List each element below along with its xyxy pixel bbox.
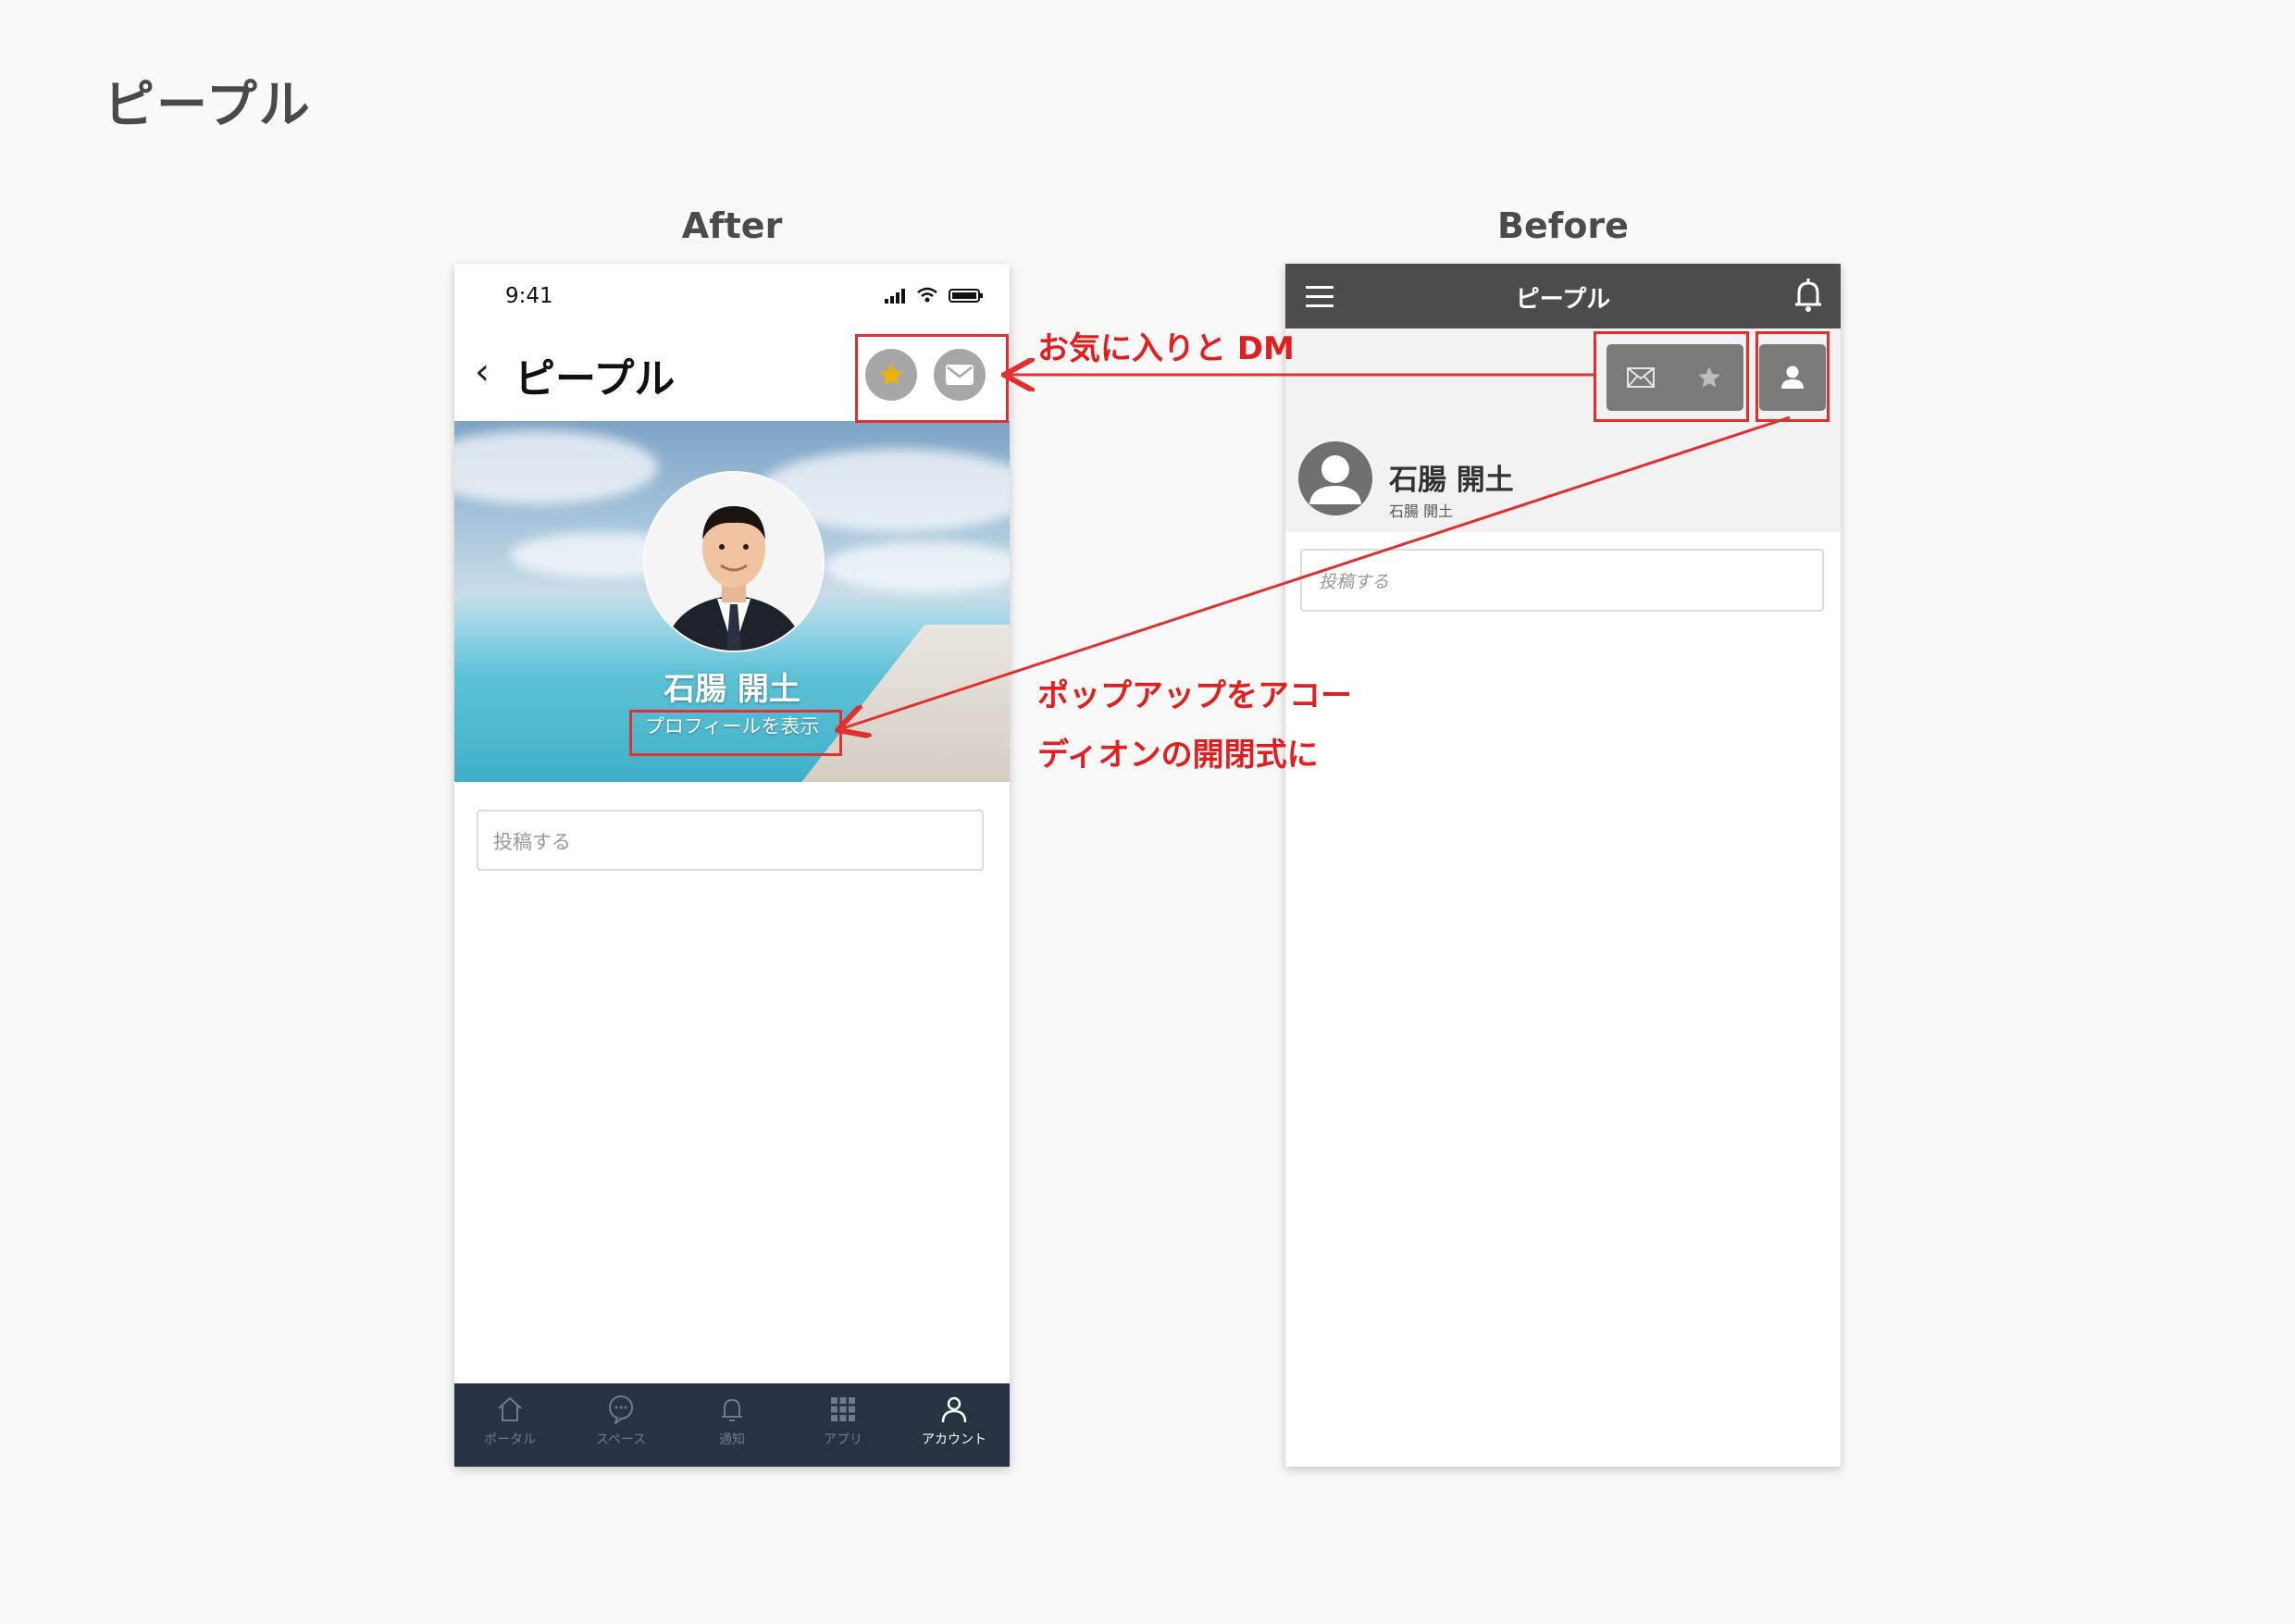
annotation-popup-line2: ディオンの開閉式に (1037, 737, 1319, 774)
annotation-popup-line1: ポップアップをアコー (1037, 677, 1352, 714)
annotation-arrows (0, 0, 1791, 1624)
annotation-fav-dm: お気に入りと DM (1037, 330, 1295, 367)
